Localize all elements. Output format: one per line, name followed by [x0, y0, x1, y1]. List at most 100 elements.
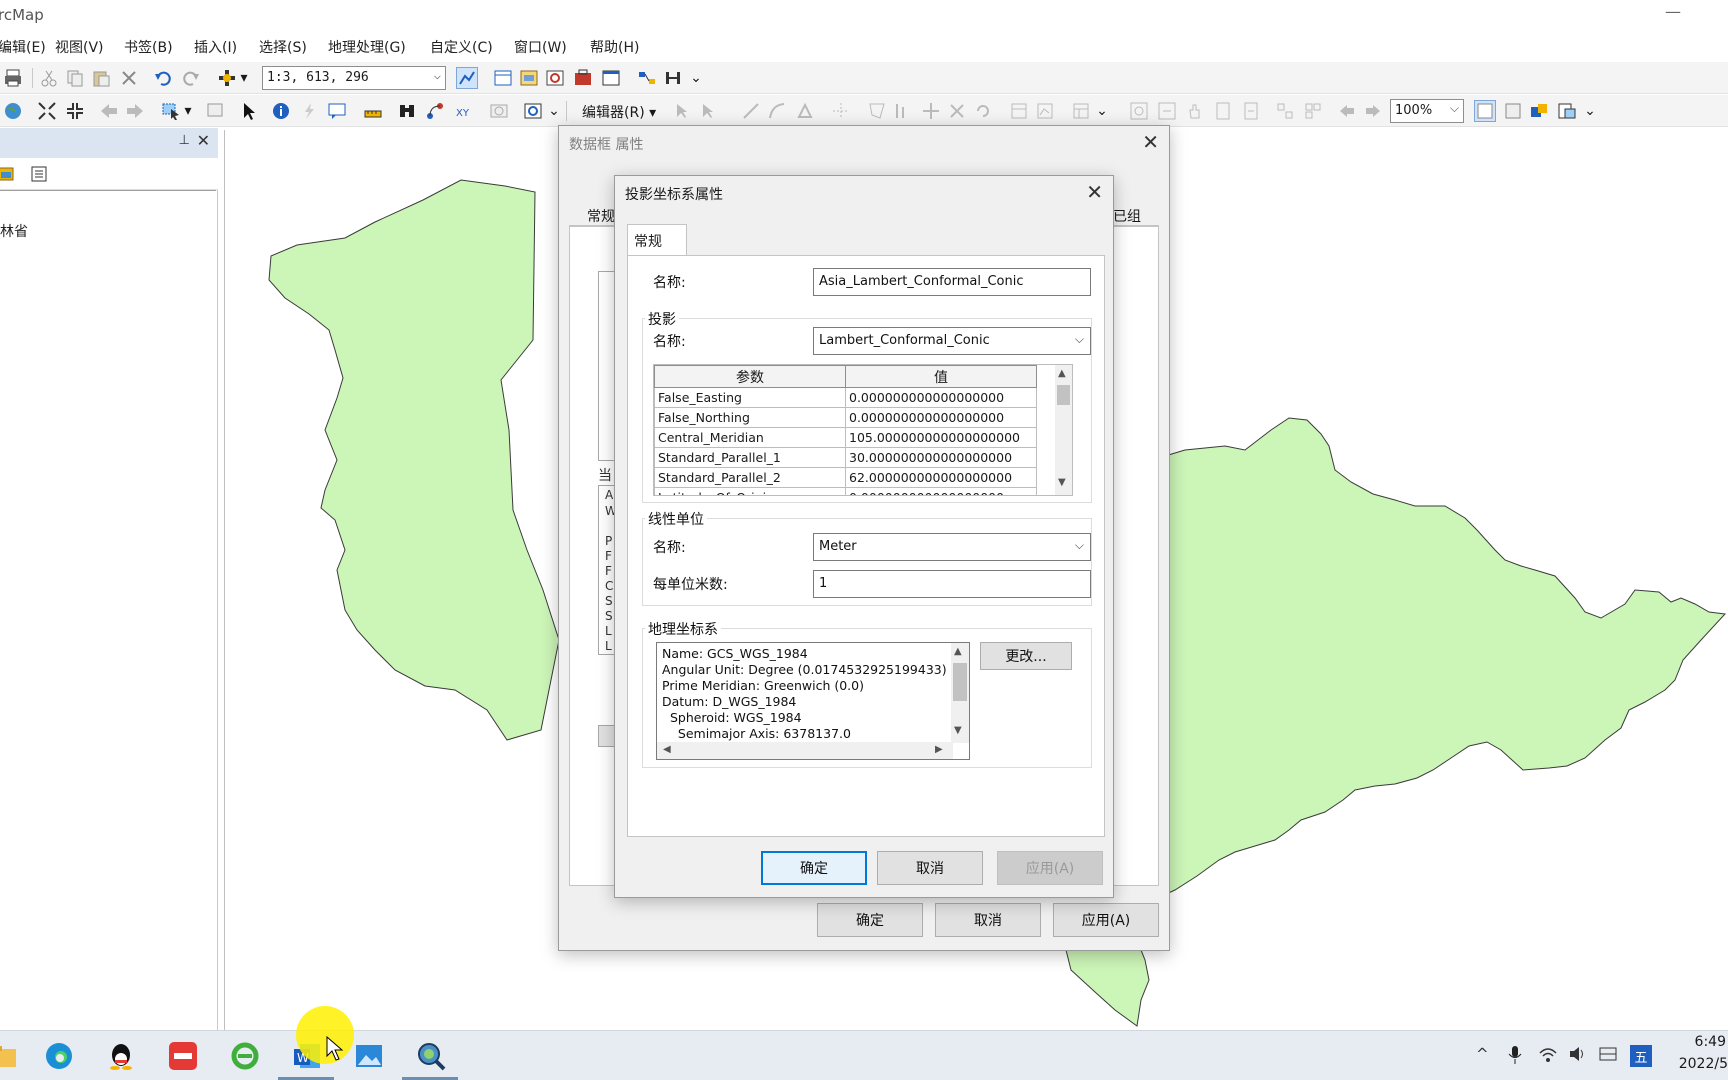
construction-tools-icon[interactable]	[794, 100, 816, 122]
fixed-zoom-in-layout-icon[interactable]	[1274, 100, 1296, 122]
go-forward-layout-icon[interactable]	[1362, 100, 1384, 122]
change-gcs-button[interactable]: 更改...	[980, 642, 1072, 670]
table-row[interactable]: Central_Meridian 105.000000000000000000	[654, 427, 1037, 448]
table-of-contents-icon[interactable]	[492, 67, 514, 89]
rotate-icon[interactable]	[972, 100, 994, 122]
qq-icon[interactable]	[104, 1039, 138, 1073]
measure-icon[interactable]	[662, 67, 684, 89]
edge-browser-icon[interactable]	[42, 1039, 76, 1073]
scroll-thumb[interactable]	[1057, 385, 1070, 405]
menu-geoprocessing[interactable]: 地理处理(G)	[328, 37, 406, 57]
scroll-down-icon[interactable]: ▼	[954, 725, 962, 736]
name-field[interactable]: Asia_Lambert_Conformal_Conic	[813, 268, 1091, 296]
menu-window[interactable]: 窗口(W)	[514, 37, 567, 57]
volume-icon[interactable]	[1568, 1045, 1588, 1067]
map-scale-combobox[interactable]: 1:3, 613, 296 ⌵	[262, 66, 446, 90]
param-column-header[interactable]: 参数	[654, 365, 846, 388]
toggle-draft-mode-icon[interactable]	[1474, 100, 1496, 122]
time-slider-icon[interactable]	[488, 100, 510, 122]
clear-selection-icon[interactable]	[204, 100, 226, 122]
redo-icon[interactable]	[180, 67, 202, 89]
menu-customize[interactable]: 自定义(C)	[430, 37, 493, 57]
menu-help[interactable]: 帮助(H)	[590, 37, 639, 57]
select-features-icon[interactable]	[160, 100, 182, 122]
reshape-icon[interactable]	[866, 100, 888, 122]
clock-date[interactable]: 2022/5	[1679, 1056, 1728, 1072]
table-row[interactable]: False_Northing 0.000000000000000000	[654, 407, 1037, 428]
param-value-cell[interactable]: 0.000000000000000000	[845, 407, 1037, 428]
search-window-icon[interactable]	[544, 67, 566, 89]
list-by-selection-icon[interactable]	[28, 163, 50, 185]
edit-annotation-icon[interactable]	[696, 100, 718, 122]
geographic-crs-details[interactable]: Name: GCS_WGS_1984 Angular Unit: Degree …	[656, 642, 970, 760]
model-builder-icon[interactable]	[636, 67, 658, 89]
fixed-zoom-out-icon[interactable]	[64, 100, 86, 122]
param-value-cell[interactable]: 105.000000000000000000	[845, 427, 1037, 448]
create-viewer-window-icon[interactable]	[522, 100, 544, 122]
microphone-icon[interactable]	[1508, 1045, 1522, 1069]
menu-edit[interactable]: 编辑(E)	[0, 37, 46, 57]
gcs-horizontal-scrollbar[interactable]: ◀ ▶	[657, 742, 953, 759]
find-route-icon[interactable]	[424, 100, 446, 122]
editor-toolbar-icon[interactable]	[456, 67, 478, 89]
forward-extent-icon[interactable]	[124, 100, 146, 122]
focus-data-frame-icon[interactable]	[1502, 100, 1524, 122]
edit-tool-icon[interactable]	[670, 100, 692, 122]
param-value-cell[interactable]: 0.000000000000000000	[845, 387, 1037, 408]
projection-select[interactable]: Lambert_Conformal_Conic ⌵	[813, 327, 1091, 355]
scroll-up-icon[interactable]: ▲	[954, 646, 962, 657]
close-icon[interactable]: ✕	[1142, 130, 1159, 154]
create-features-icon[interactable]	[1070, 100, 1092, 122]
print-icon[interactable]	[2, 67, 24, 89]
menu-select[interactable]: 选择(S)	[259, 37, 307, 57]
copy-icon[interactable]	[64, 67, 86, 89]
scroll-left-icon[interactable]: ◀	[663, 744, 671, 755]
ime-toolbar-icon[interactable]	[1598, 1045, 1618, 1067]
back-ok-button[interactable]: 确定	[817, 903, 923, 937]
file-explorer-icon[interactable]	[0, 1039, 20, 1073]
minimize-button[interactable]: —	[1658, 2, 1688, 26]
menu-bookmarks[interactable]: 书签(B)	[124, 37, 173, 57]
arctoolbox-icon[interactable]	[572, 67, 594, 89]
table-row[interactable]: False_Easting 0.000000000000000000	[654, 387, 1037, 408]
cancel-button[interactable]: 取消	[877, 851, 983, 885]
back-extent-icon[interactable]	[98, 100, 120, 122]
param-value-cell[interactable]: 62.000000000000000000	[845, 467, 1037, 488]
delete-icon[interactable]	[118, 67, 140, 89]
find-icon[interactable]	[396, 100, 418, 122]
go-to-xy-icon[interactable]: XY	[452, 100, 474, 122]
table-row[interactable]: Latitude_Of_Origin0.000000000000000000	[654, 487, 1037, 495]
back-cancel-button[interactable]: 取消	[935, 903, 1041, 937]
python-window-icon[interactable]	[600, 67, 622, 89]
go-back-layout-icon[interactable]	[1336, 100, 1358, 122]
zoom-whole-page-icon[interactable]	[1212, 100, 1234, 122]
linear-unit-select[interactable]: Meter ⌵	[813, 533, 1091, 561]
gcs-vertical-scrollbar[interactable]: ▲ ▼	[951, 643, 969, 743]
layout-zoom-combobox[interactable]: 100% ⌵	[1390, 99, 1464, 123]
clock-time[interactable]: 6:49	[1695, 1034, 1726, 1050]
pin-icon[interactable]: ⊥	[179, 133, 190, 148]
select-elements-icon[interactable]	[238, 100, 260, 122]
table-row[interactable]: Standard_Parallel_2 62.000000000000000000	[654, 467, 1037, 488]
network-icon[interactable]	[1538, 1045, 1558, 1067]
youdao-icon[interactable]	[166, 1039, 200, 1073]
add-data-icon[interactable]	[216, 67, 238, 89]
split-tool-icon[interactable]	[892, 100, 914, 122]
delete-vertex-icon[interactable]	[946, 100, 968, 122]
data-driven-pages-icon[interactable]	[1556, 100, 1578, 122]
meters-per-unit-field[interactable]: 1	[813, 570, 1091, 598]
hyperlink-icon[interactable]	[298, 100, 320, 122]
scroll-down-icon[interactable]: ▼	[1058, 477, 1066, 488]
globe-icon[interactable]	[2, 100, 24, 122]
straight-segment-icon[interactable]	[740, 100, 762, 122]
cut-icon[interactable]	[38, 67, 60, 89]
measure-tool-icon[interactable]	[362, 100, 384, 122]
param-value-cell[interactable]: 30.000000000000000000	[845, 447, 1037, 468]
attributes-icon[interactable]	[1008, 100, 1030, 122]
close-icon[interactable]: ✕	[1086, 180, 1103, 204]
scroll-right-icon[interactable]: ▶	[935, 744, 943, 755]
toolbar-overflow-icon[interactable]: ⌄	[1096, 100, 1108, 122]
ie-browser-icon[interactable]	[228, 1039, 262, 1073]
back-apply-button[interactable]: 应用(A)	[1053, 903, 1159, 937]
parameter-table[interactable]: 参数 值 False_Easting 0.000000000000000000 F…	[653, 364, 1073, 496]
